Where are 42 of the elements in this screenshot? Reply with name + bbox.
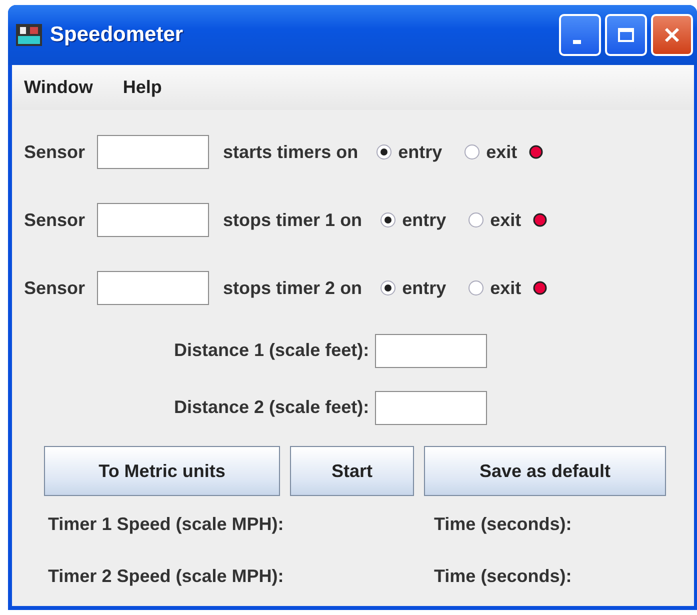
radio-icon: [468, 280, 484, 296]
distance-field[interactable]: [375, 334, 488, 368]
action-button[interactable]: To Metric units: [44, 446, 280, 496]
radio-button[interactable]: entry: [380, 278, 446, 298]
action-button[interactable]: Save as default: [424, 446, 666, 496]
distance-field[interactable]: [375, 390, 488, 424]
radio-button[interactable]: exit: [468, 278, 522, 298]
sensor-field[interactable]: [97, 271, 210, 305]
radio-button[interactable]: entry: [376, 142, 442, 162]
distance-label: Distance 2 (scale feet):: [174, 397, 370, 418]
window-title: Speedometer: [50, 23, 184, 47]
trigger-label: starts timers on: [223, 142, 358, 162]
time-label: Time (seconds):: [434, 514, 572, 534]
sensor-field[interactable]: [97, 203, 210, 237]
radio-button[interactable]: exit: [464, 142, 518, 162]
action-button[interactable]: Start: [290, 446, 414, 496]
minimize-icon: [573, 40, 581, 44]
radio-icon: [380, 212, 396, 228]
radio-button[interactable]: entry: [380, 210, 446, 230]
radio-icon: [380, 280, 396, 296]
maximize-button[interactable]: [605, 14, 647, 56]
sensor-label: Sensor: [24, 210, 86, 230]
close-button[interactable]: [651, 14, 693, 56]
minimize-button[interactable]: [559, 14, 601, 56]
menu-item[interactable]: Help: [122, 77, 162, 98]
trigger-label: stops timer 1 on: [223, 210, 362, 230]
sensor-label: Sensor: [24, 278, 86, 298]
radio-icon: [464, 144, 480, 160]
radio-icon: [376, 144, 392, 160]
close-icon: [664, 27, 680, 43]
time-label: Time (seconds):: [434, 566, 572, 586]
maximize-icon: [618, 28, 634, 42]
menu-item[interactable]: Window: [24, 77, 93, 98]
speed-label: Timer 2 Speed (scale MPH):: [48, 566, 285, 586]
distance-label: Distance 1 (scale feet):: [174, 340, 370, 361]
app-icon: [16, 24, 42, 46]
radio-button[interactable]: exit: [468, 210, 522, 230]
sensor-label: Sensor: [24, 142, 86, 162]
radio-icon: [468, 212, 484, 228]
sensor-field[interactable]: [97, 135, 210, 169]
trigger-label: stops timer 2 on: [223, 278, 362, 298]
speed-label: Timer 1 Speed (scale MPH):: [48, 514, 285, 534]
